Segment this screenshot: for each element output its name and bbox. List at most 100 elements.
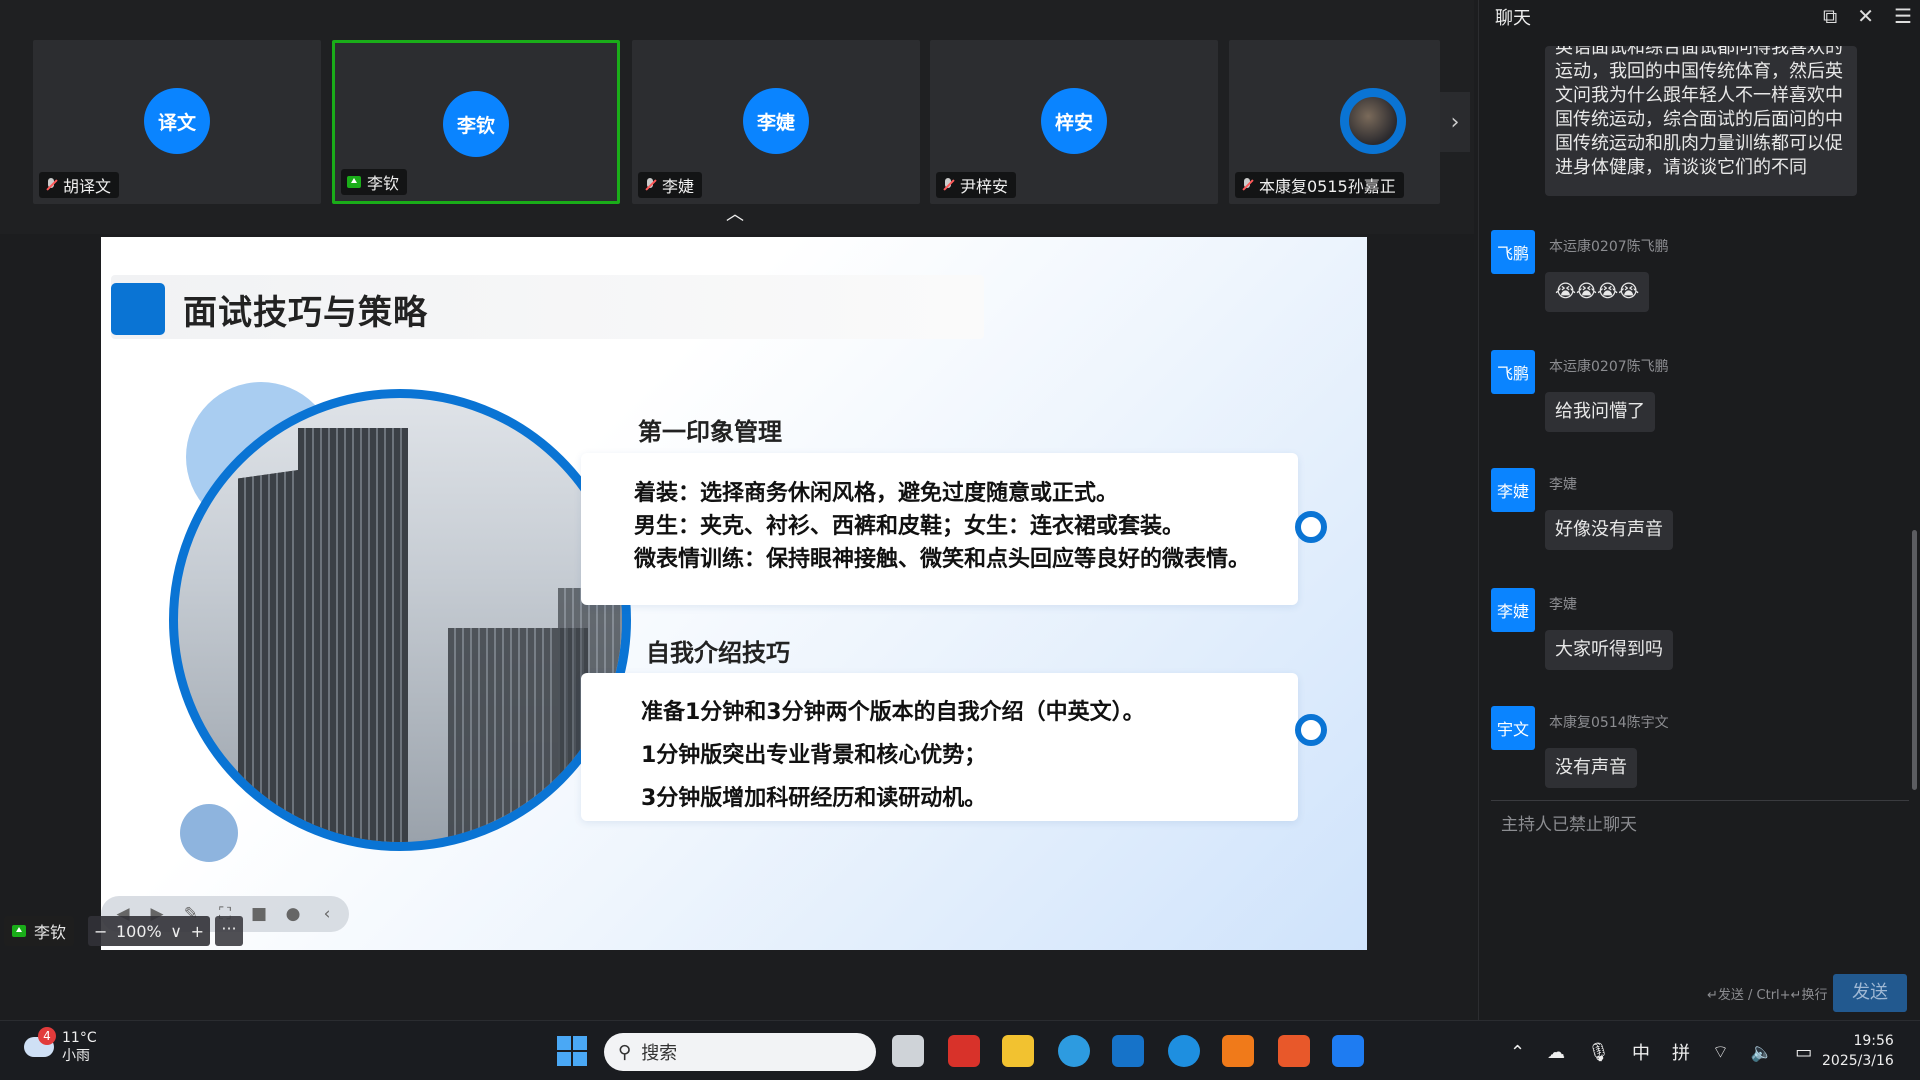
screen-share-icon — [347, 176, 361, 188]
ring-decoration — [1295, 714, 1327, 746]
weather-condition: 小雨 — [62, 1048, 90, 1064]
chat-avatar: 李婕 — [1491, 468, 1535, 512]
zoom-control: − 100% ∨ + — [88, 916, 210, 946]
participant-name-tag: 胡译文 — [39, 172, 120, 198]
chat-sender: 本运康0207陈飞鹏 — [1549, 239, 1669, 255]
decorative-circle — [180, 804, 238, 862]
title-square-decoration — [111, 283, 165, 335]
ime-mode[interactable]: 拼 — [1672, 1039, 1690, 1065]
chat-bubble: 英语面试和综合面试都问得我喜欢的运动，我回的中国传统体育，然后英文问我为什么跟年… — [1545, 46, 1857, 196]
help-icon[interactable] — [1168, 1035, 1200, 1067]
screen-share-icon — [12, 925, 26, 937]
section-card: 准备1分钟和3分钟两个版本的自我介绍（中英文）。 1分钟版突出专业背景和核心优势… — [581, 673, 1298, 821]
chat-scrollbar[interactable] — [1912, 530, 1917, 790]
weather-widget[interactable]: 11°C 小雨 — [24, 1029, 97, 1065]
chat-sender: 本康复0514陈宇文 — [1549, 715, 1669, 731]
clock[interactable]: 19:56 2025/3/16 — [1822, 1031, 1894, 1071]
chat-divider — [1491, 800, 1909, 801]
section-line: 3分钟版增加科研经历和读研动机。 — [641, 786, 987, 811]
participant-name: 胡译文 — [63, 177, 112, 196]
store-app-icon[interactable] — [1278, 1035, 1310, 1067]
chevron-up-icon[interactable]: ⌃ — [1510, 1042, 1525, 1063]
tencent-meeting-icon[interactable] — [1332, 1035, 1364, 1067]
media-app-icon[interactable] — [1222, 1035, 1254, 1067]
menu-icon[interactable]: ☰ — [1894, 4, 1912, 28]
ring-decoration — [1295, 511, 1327, 543]
wps-office-icon[interactable] — [948, 1035, 980, 1067]
chat-title: 聊天 — [1495, 8, 1531, 29]
participant-name: 李钦 — [367, 174, 400, 193]
zoom-out-button[interactable]: − — [94, 922, 107, 941]
section-line: 微表情训练：保持眼神接触、微笑和点头回应等良好的微表情。 — [634, 547, 1251, 572]
time: 19:56 — [1853, 1033, 1894, 1049]
chat-panel: 聊天 ⧉ ✕ ☰ 英语面试和综合面试都问得我喜欢的运动，我回的中国传统体育，然后… — [1478, 0, 1920, 1020]
chat-sender: 李婕 — [1549, 477, 1577, 493]
wifi-icon[interactable]: ⌔ — [1712, 1041, 1729, 1064]
participant-name-tag: 李婕 — [638, 172, 703, 198]
participant-tile[interactable]: 梓安 尹梓安 — [930, 40, 1218, 204]
taskbar-search[interactable]: ⚲ 搜索 — [604, 1033, 876, 1071]
send-button[interactable]: 发送 — [1833, 974, 1907, 1012]
participant-photo-avatar — [1340, 88, 1406, 154]
section-line: 男生：夹克、衬衫、西裤和皮鞋；女生：连衣裙或套装。 — [634, 514, 1185, 539]
chevron-up-icon[interactable]: ︿ — [722, 206, 748, 224]
temperature: 11°C — [62, 1030, 97, 1046]
ime-language[interactable]: 中 — [1632, 1039, 1650, 1065]
participant-name-tag: 李钦 — [341, 169, 408, 195]
participant-tile-active[interactable]: 李钦 李钦 — [332, 40, 620, 204]
system-tray: ⌃ ☁ 🎙 中 拼 ⌔ 🔈 ▭ — [1510, 1039, 1812, 1065]
chat-avatar: 飞鹏 — [1491, 350, 1535, 394]
chat-header-icons: ⧉ ✕ ☰ — [1823, 4, 1912, 28]
participant-avatar: 梓安 — [1041, 88, 1107, 154]
more-icon[interactable]: ● — [281, 902, 305, 926]
participant-name: 尹梓安 — [960, 177, 1009, 196]
popout-icon[interactable]: ⧉ — [1823, 4, 1837, 28]
zoom-dropdown-icon[interactable]: ∨ — [170, 922, 182, 941]
date: 2025/3/16 — [1822, 1053, 1894, 1069]
participant-name-tag: 本康复0515孙嘉正 — [1235, 172, 1404, 198]
onedrive-icon[interactable]: ☁ — [1547, 1042, 1565, 1063]
chevron-right-icon[interactable]: › — [1440, 92, 1470, 152]
mic-off-icon — [942, 178, 954, 192]
chat-bubble: 大家听得到吗 — [1545, 630, 1673, 670]
volume-icon[interactable]: 🔈 — [1751, 1042, 1773, 1063]
more-options-button[interactable]: ··· — [215, 916, 243, 946]
search-placeholder: 搜索 — [641, 1043, 678, 1064]
edge-browser-icon[interactable] — [1058, 1035, 1090, 1067]
section-title: 自我介绍技巧 — [646, 639, 790, 667]
mic-off-icon — [644, 178, 656, 192]
participant-tile[interactable]: 本康复0515孙嘉正 — [1229, 40, 1440, 204]
chat-avatar: 飞鹏 — [1491, 230, 1535, 274]
section-line: 准备1分钟和3分钟两个版本的自我介绍（中英文）。 — [641, 700, 1145, 725]
chat-bubble: 😭😭😭😭 — [1545, 272, 1650, 312]
participant-tile[interactable]: 李婕 李婕 — [632, 40, 920, 204]
windows-start-icon[interactable] — [557, 1036, 587, 1066]
task-view-icon[interactable] — [892, 1035, 924, 1067]
collapse-left-icon[interactable]: ‹ — [315, 902, 339, 926]
participant-name-tag: 尹梓安 — [936, 172, 1017, 198]
battery-icon[interactable]: ▭ — [1795, 1042, 1812, 1063]
participant-avatar: 译文 — [144, 88, 210, 154]
sharer-tag: 李钦 — [4, 916, 75, 946]
chat-message-text: 英语面试和综合面试都问得我喜欢的运动，我回的中国传统体育，然后英文问我为什么跟年… — [1555, 46, 1843, 178]
participant-avatar: 李婕 — [743, 88, 809, 154]
file-explorer-icon[interactable] — [1002, 1035, 1034, 1067]
close-icon[interactable]: ✕ — [1857, 4, 1874, 28]
participant-tile[interactable]: 译文 胡译文 — [33, 40, 321, 204]
chat-bubble: 好像没有声音 — [1545, 510, 1673, 550]
section-card: 着装：选择商务休闲风格，避免过度随意或正式。 男生：夹克、衬衫、西裤和皮鞋；女生… — [581, 453, 1298, 605]
participant-name: 本康复0515孙嘉正 — [1259, 177, 1396, 196]
send-hint: ↵发送 / Ctrl+↵换行 — [1707, 988, 1828, 1003]
slide-title: 面试技巧与策略 — [183, 293, 428, 333]
chat-sender: 李婕 — [1549, 597, 1577, 613]
myhp-icon[interactable] — [1112, 1035, 1144, 1067]
zoom-level[interactable]: 100% — [116, 922, 162, 941]
microphone-icon[interactable]: 🎙 — [1587, 1042, 1610, 1063]
taskbar: 11°C 小雨 4 ⚲ 搜索 ⌃ ☁ 🎙 中 拼 ⌔ 🔈 ▭ 19:56 202… — [0, 1020, 1920, 1080]
meeting-window: 译文 胡译文 李钦 李钦 李婕 李婕 梓安 尹梓安 本康复0515孙嘉正 › ︿… — [0, 0, 1920, 1020]
participant-avatar: 李钦 — [443, 91, 509, 157]
weather-badge: 4 — [38, 1027, 56, 1045]
camera-icon[interactable]: ■ — [247, 902, 271, 926]
zoom-in-button[interactable]: + — [191, 922, 204, 941]
chat-bubble: 没有声音 — [1545, 748, 1637, 788]
